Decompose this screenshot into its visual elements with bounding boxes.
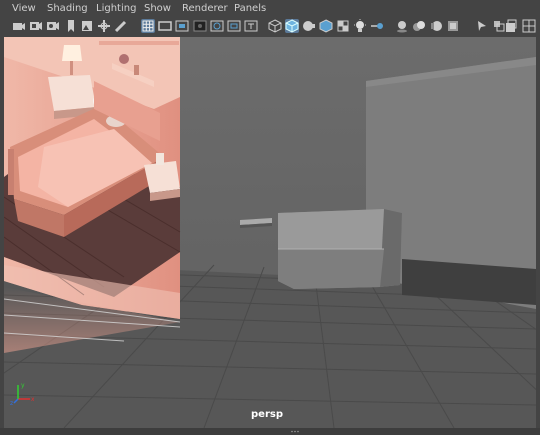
resize-grip-icon[interactable]: [290, 430, 300, 433]
camera-icon[interactable]: [12, 19, 26, 33]
perspective-viewport[interactable]: x y z persp: [4, 37, 536, 428]
multisample-antialiasing-icon[interactable]: [446, 19, 460, 33]
smooth-shade-icon[interactable]: [285, 19, 299, 33]
camera-name-label: persp: [251, 409, 283, 420]
panel-menubar: View Shading Lighting Show Renderer Pane…: [0, 0, 540, 19]
isolate-select-icon[interactable]: [492, 19, 506, 33]
shadows-icon[interactable]: [395, 19, 409, 33]
bookmark-camera-icon[interactable]: [46, 19, 60, 33]
view-axis-indicator: x y z: [10, 381, 35, 407]
menu-lighting[interactable]: Lighting: [96, 3, 136, 14]
gate-mask-icon[interactable]: [193, 19, 207, 33]
x-axis-label: x: [31, 396, 34, 403]
wireframe-icon[interactable]: [268, 19, 282, 33]
use-all-lights-icon[interactable]: [370, 19, 384, 33]
image-plane-icon[interactable]: [80, 19, 94, 33]
menu-view[interactable]: View: [12, 3, 36, 14]
maya-viewport-panel: View Shading Lighting Show Renderer Pane…: [0, 0, 540, 435]
panel-toolbar: [0, 18, 540, 37]
grid-icon[interactable]: [141, 19, 155, 33]
2d-pan-zoom-icon[interactable]: [97, 19, 111, 33]
panel-bottom-bar: [0, 428, 540, 435]
resolution-gate-icon[interactable]: [175, 19, 189, 33]
outliner-layout-icon[interactable]: [522, 19, 536, 33]
safe-action-icon[interactable]: [227, 19, 241, 33]
xray-icon[interactable]: [319, 19, 333, 33]
xray-active-icon[interactable]: [353, 19, 367, 33]
grease-pencil-icon[interactable]: [114, 19, 128, 33]
image-plane-bedroom[interactable]: [4, 37, 181, 353]
single-layout-icon[interactable]: [505, 19, 519, 33]
camera-attributes-icon[interactable]: [29, 19, 43, 33]
menu-show[interactable]: Show: [144, 3, 171, 14]
default-material-icon[interactable]: [302, 19, 316, 33]
safe-title-icon[interactable]: [244, 19, 258, 33]
menu-renderer[interactable]: Renderer: [182, 3, 228, 14]
screen-space-ambient-occlusion-icon[interactable]: [412, 19, 426, 33]
z-axis-label: z: [10, 400, 13, 405]
depth-of-field-icon[interactable]: [475, 19, 489, 33]
z-axis-line: [13, 398, 19, 404]
scene-render: [4, 37, 536, 428]
xray-joints-icon[interactable]: [336, 19, 350, 33]
bookmark-icon[interactable]: [64, 19, 78, 33]
y-axis-label: y: [21, 382, 25, 389]
film-gate-icon[interactable]: [158, 19, 172, 33]
menu-shading[interactable]: Shading: [47, 3, 88, 14]
motion-blur-icon[interactable]: [429, 19, 443, 33]
field-chart-icon[interactable]: [210, 19, 224, 33]
menu-panels[interactable]: Panels: [234, 3, 266, 14]
